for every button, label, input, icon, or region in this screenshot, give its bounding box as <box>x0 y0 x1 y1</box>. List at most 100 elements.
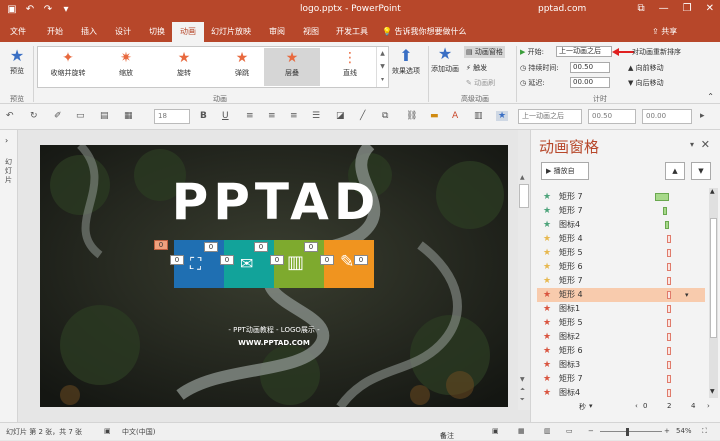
animation-badge[interactable]: 0 <box>170 255 184 265</box>
timing-bar[interactable] <box>667 333 671 341</box>
timing-bar[interactable] <box>667 361 671 369</box>
move-later-button[interactable]: ▼ 向后移动 <box>628 77 664 89</box>
expand-icon[interactable]: › <box>5 136 8 145</box>
format-painter-icon[interactable]: ✐ <box>54 111 62 121</box>
pane-scroll-up-icon[interactable]: ▲ <box>710 188 715 195</box>
thumbnail-strip-collapsed[interactable]: › 幻灯片 <box>0 130 18 422</box>
duration-input[interactable]: 00.50 <box>570 62 610 73</box>
animation-painter-button[interactable]: ✎ 动画刷 <box>466 77 495 89</box>
timing-bar[interactable] <box>667 305 671 313</box>
slideshow-view-icon[interactable]: ▭ <box>566 427 573 435</box>
timing-bar[interactable] <box>667 277 671 285</box>
animation-list-item[interactable]: ★ 图标4 <box>537 386 705 398</box>
animation-badge[interactable]: 0 <box>270 255 284 265</box>
animation-pane-button[interactable]: ▤ 动画窗格 <box>464 46 505 58</box>
animation-list-item[interactable]: ★ 矩形 7 <box>537 372 705 386</box>
tab-home[interactable]: 开始 <box>40 22 70 42</box>
timing-bar[interactable] <box>663 207 667 215</box>
animation-badge[interactable]: 0 <box>304 242 318 252</box>
tab-file[interactable]: 文件 <box>4 22 32 42</box>
toolbar-delay-input[interactable]: 00.00 <box>642 109 692 124</box>
slide[interactable]: PPTAD ⛶ ✉ ▥ ✎ 0 0 0 0 0 0 0 0 0 - PPT动画教… <box>40 145 508 407</box>
timing-bar[interactable] <box>667 375 671 383</box>
timing-bar[interactable] <box>667 319 671 327</box>
minimize-button[interactable]: — <box>659 3 669 14</box>
move-earlier-button[interactable]: ▲ 向前移动 <box>628 62 664 74</box>
list-icon[interactable]: ☰ <box>312 111 320 121</box>
animation-badge[interactable]: 0 <box>254 242 268 252</box>
align-center-icon[interactable]: ≡ <box>268 111 276 121</box>
prev-slide-icon[interactable]: ⏶ <box>520 386 525 394</box>
gallery-item-spin[interactable]: ★ 旋转 <box>156 48 212 86</box>
scroll-down-icon[interactable]: ▼ <box>520 376 525 383</box>
timing-bar[interactable] <box>667 263 671 271</box>
tab-review[interactable]: 审阅 <box>262 22 292 42</box>
slide-subtitle[interactable]: - PPT动画教程 - LOGO展示 - <box>174 325 374 335</box>
arrange-icon[interactable]: ⧉ <box>382 111 388 121</box>
trigger-button[interactable]: ⚡ 触发 <box>466 62 487 74</box>
timeline-left-icon[interactable]: ‹ <box>635 402 638 410</box>
fit-slide-icon[interactable]: ⛶ <box>702 427 707 436</box>
zoom-out-icon[interactable]: − <box>588 427 594 435</box>
close-icon[interactable]: ✕ <box>701 138 710 151</box>
preview-button[interactable]: ★ 预览 <box>4 46 30 76</box>
scroll-up-icon[interactable]: ▲ <box>520 174 525 181</box>
animation-list-item[interactable]: ★ 图标3 <box>537 358 705 372</box>
customize-qat-icon[interactable]: ▾ <box>60 4 72 16</box>
slide-url[interactable]: WWW.PPTAD.COM <box>174 339 374 347</box>
account-name[interactable]: pptad.com <box>538 4 586 14</box>
gallery-item-line[interactable]: ⋮ 直线 <box>322 48 378 86</box>
zoom-slider[interactable] <box>600 431 662 432</box>
language-indicator[interactable]: 中文(中国) <box>122 427 155 437</box>
toolbar-more-icon[interactable]: ▸ <box>700 111 705 121</box>
animation-badge[interactable]: 0 <box>320 255 334 265</box>
gallery-item-shrink-spin[interactable]: ✦ 收缩并旋转 <box>40 48 96 86</box>
animation-badge[interactable]: 0 <box>154 240 168 250</box>
animation-badge[interactable]: 0 <box>204 242 218 252</box>
close-button[interactable]: ✕ <box>706 3 714 14</box>
reading-view-icon[interactable]: ▥ <box>544 427 551 435</box>
animation-list-item[interactable]: ★ 矩形 5 <box>537 246 705 260</box>
toolbar-start-select[interactable]: 上一动画之后 <box>518 109 582 124</box>
gallery-item-cascade[interactable]: ★ 层叠 <box>264 48 320 86</box>
fill-color-icon[interactable]: ◪ <box>336 111 345 121</box>
gallery-item-bounce[interactable]: ★ 弹跳 <box>214 48 270 86</box>
timing-bar[interactable] <box>665 221 669 229</box>
tab-insert[interactable]: 插入 <box>74 22 104 42</box>
highlight-icon[interactable]: ▬ <box>430 111 439 121</box>
normal-view-icon[interactable]: ▣ <box>492 427 499 435</box>
underline-icon[interactable]: U <box>222 111 229 121</box>
ribbon-display-icon[interactable]: ⧉ <box>638 3 645 14</box>
save-icon[interactable]: ▣ <box>6 4 18 16</box>
undo-icon[interactable]: ↶ <box>24 4 36 16</box>
textbox-icon[interactable]: ▤ <box>100 111 109 121</box>
tab-developer[interactable]: 开发工具 <box>330 22 374 42</box>
timing-bar[interactable] <box>667 347 671 355</box>
toolbar-duration-input[interactable]: 00.50 <box>588 109 636 124</box>
animation-list-item[interactable]: ★ 图标1 <box>537 302 705 316</box>
timing-bar[interactable] <box>667 249 671 257</box>
pane-scroll-down-icon[interactable]: ▼ <box>710 388 715 395</box>
pane-options-icon[interactable]: ▾ <box>690 140 694 149</box>
timing-bar[interactable] <box>667 389 671 397</box>
animation-list-item[interactable]: ★ 矩形 4 <box>537 232 705 246</box>
timing-bar[interactable] <box>667 235 671 243</box>
zoom-in-icon[interactable]: + <box>664 427 670 435</box>
tab-design[interactable]: 设计 <box>108 22 138 42</box>
link-icon[interactable]: ⛓ <box>406 111 417 121</box>
animation-list-item[interactable]: ★ 矩形 7 <box>537 190 705 204</box>
animation-badge[interactable]: 0 <box>220 255 234 265</box>
align-left-icon[interactable]: ≡ <box>246 111 254 121</box>
timing-bar[interactable] <box>655 193 669 201</box>
animation-list-item[interactable]: ★ 图标4 <box>537 218 705 232</box>
delay-input[interactable]: 00.00 <box>570 77 610 88</box>
next-slide-icon[interactable]: ⏷ <box>520 396 525 404</box>
tab-animations[interactable]: 动画 <box>172 22 204 42</box>
timeline-ruler[interactable]: 秒 ▾ ‹ 0 2 4 › <box>531 398 720 414</box>
timing-bar[interactable] <box>667 291 671 299</box>
animation-list-item[interactable]: ★ 矩形 6 <box>537 260 705 274</box>
font-color-icon[interactable]: A <box>452 111 458 121</box>
tell-me-box[interactable]: 💡 告诉我你想要做什么 <box>382 22 467 42</box>
effect-options-button[interactable]: ⬆ 效果选项 <box>386 46 426 76</box>
animation-list-item[interactable]: ★ 矩形 4 ▾ <box>537 288 705 302</box>
